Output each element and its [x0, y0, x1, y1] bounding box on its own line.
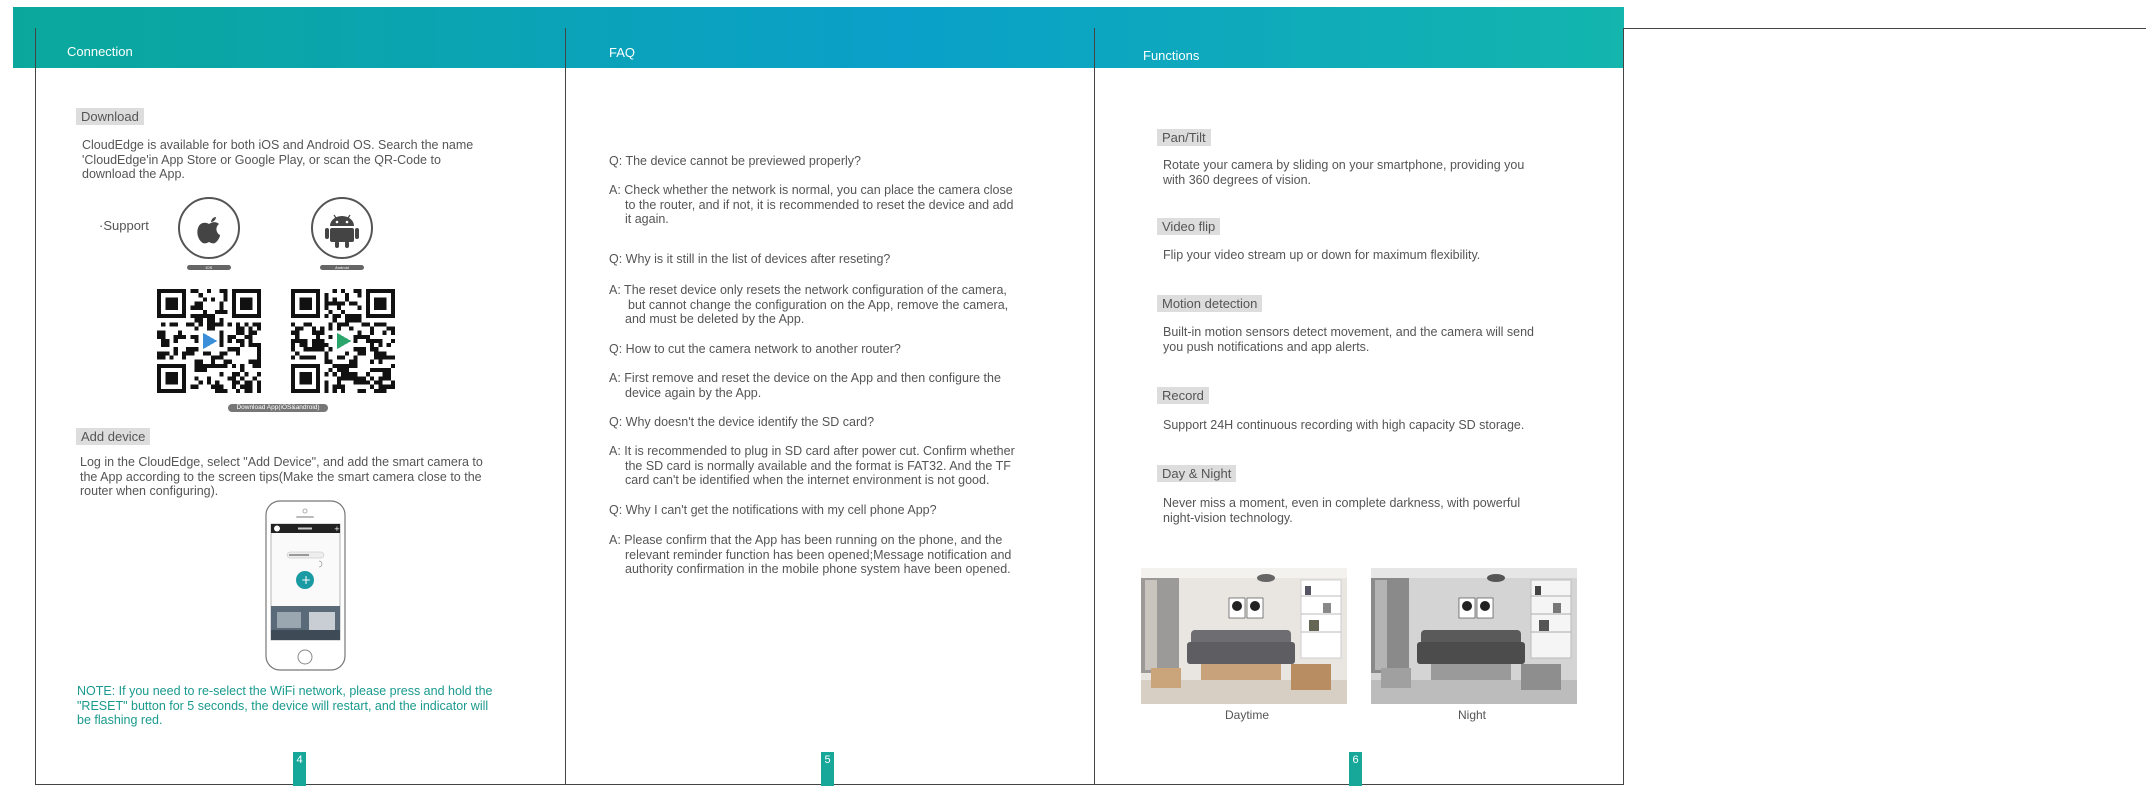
- day-night-tag: Day & Night: [1157, 465, 1237, 482]
- faq-question-2: Q: Why is it still in the list of device…: [609, 252, 891, 266]
- pan-tilt-tag: Pan/Tilt: [1157, 129, 1211, 146]
- page-number-4: 4: [293, 752, 306, 786]
- faq-answer-2: A: The reset device only resets the netw…: [609, 283, 1009, 326]
- record-text: Support 24H continuous recording with hi…: [1163, 418, 1525, 432]
- faq-question-4: Q: Why doesn't the device identify the S…: [609, 415, 875, 429]
- faq-question-3: Q: How to cut the camera network to anot…: [609, 342, 901, 356]
- video-flip-tag: Video flip: [1157, 218, 1221, 235]
- faq-answer-3: A: First remove and reset the device on …: [609, 371, 1001, 400]
- android-badge: Android: [320, 265, 364, 270]
- motion-detection-tag: Motion detection: [1157, 295, 1263, 312]
- night-room-image: [1371, 568, 1577, 704]
- support-label: ·Support: [99, 218, 149, 233]
- page-number-6: 6: [1349, 752, 1362, 786]
- frame-line: [1623, 28, 1624, 785]
- frame-line: [35, 28, 36, 785]
- motion-detection-text: Built-in motion sensors detect movement,…: [1163, 325, 1535, 354]
- faq-question-1: Q: The device cannot be previewed proper…: [609, 154, 862, 168]
- header-bar: [13, 7, 1624, 68]
- faq-answer-4: A: It is recommended to plug in SD card …: [609, 444, 1015, 487]
- qr-code-android[interactable]: [291, 289, 395, 393]
- android-icon[interactable]: [311, 197, 373, 259]
- header-faq: FAQ: [609, 45, 636, 60]
- pan-tilt-text: Rotate your camera by sliding on your sm…: [1163, 158, 1525, 187]
- phone-illustration: + +: [265, 500, 346, 671]
- night-caption: Night: [1458, 708, 1487, 722]
- qr-code-ios[interactable]: [157, 289, 261, 393]
- add-device-text: Log in the CloudEdge, select "Add Device…: [80, 455, 483, 498]
- day-night-text: Never miss a moment, even in complete da…: [1163, 496, 1521, 525]
- faq-answer-1: A: Check whether the network is normal, …: [609, 183, 1014, 226]
- svg-text:+: +: [301, 573, 311, 587]
- header-connection: Connection: [67, 44, 133, 59]
- frame-line: [565, 28, 566, 785]
- page-number-5: 5: [821, 752, 834, 786]
- reset-note: NOTE: If you need to re-select the WiFi …: [77, 684, 493, 727]
- frame-line: [1094, 28, 1095, 785]
- download-tag: Download: [76, 108, 144, 125]
- daytime-room-image: [1141, 568, 1347, 704]
- header-functions: Functions: [1143, 48, 1200, 63]
- apple-icon[interactable]: [178, 197, 240, 259]
- video-flip-text: Flip your video stream up or down for ma…: [1163, 248, 1481, 262]
- faq-answer-5: A: Please confirm that the App has been …: [609, 533, 1012, 576]
- qr-caption: Download App(iOS&android): [228, 404, 328, 412]
- ios-badge: iOS: [187, 265, 231, 270]
- record-tag: Record: [1157, 387, 1209, 404]
- svg-text:+: +: [334, 525, 340, 533]
- faq-question-5: Q: Why I can't get the notifications wit…: [609, 503, 937, 517]
- download-text: CloudEdge is available for both iOS and …: [82, 138, 474, 181]
- daytime-caption: Daytime: [1225, 708, 1270, 722]
- frame-top-line: [1624, 28, 2146, 29]
- add-device-tag: Add device: [76, 428, 151, 445]
